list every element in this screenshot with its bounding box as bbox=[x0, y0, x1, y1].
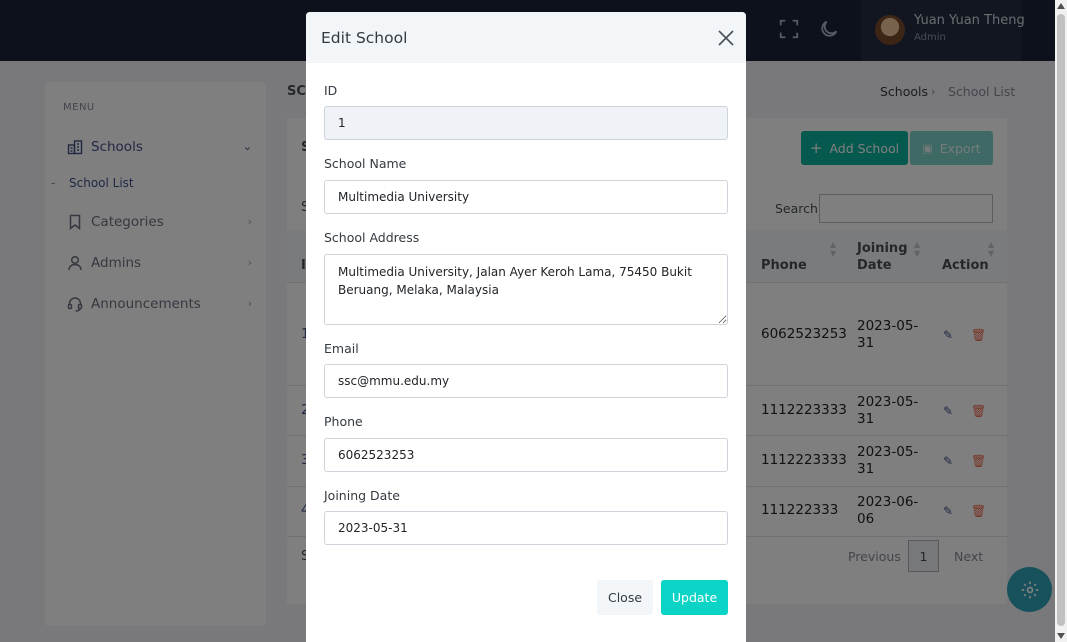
scrollbar-thumb[interactable] bbox=[1057, 14, 1065, 626]
email-label: Email bbox=[324, 341, 359, 356]
modal-title: Edit School bbox=[321, 29, 408, 47]
modal-header: Edit School bbox=[306, 12, 746, 63]
close-button[interactable]: Close bbox=[597, 580, 653, 615]
id-label: ID bbox=[324, 83, 338, 98]
phone-label: Phone bbox=[324, 414, 363, 429]
school-address-label: School Address bbox=[324, 230, 420, 245]
email-field[interactable] bbox=[324, 364, 728, 398]
school-name-field[interactable] bbox=[324, 180, 728, 214]
joining-date-field[interactable] bbox=[324, 511, 728, 545]
scrollbar[interactable] bbox=[1055, 0, 1067, 642]
joining-date-label: Joining Date bbox=[324, 488, 400, 503]
update-button[interactable]: Update bbox=[661, 580, 728, 615]
edit-school-modal: Edit School ID School Name School Addres… bbox=[306, 12, 746, 642]
scroll-down-arrow[interactable] bbox=[1057, 633, 1065, 639]
close-icon[interactable] bbox=[717, 29, 735, 47]
school-name-label: School Name bbox=[324, 156, 407, 171]
scroll-up-arrow[interactable] bbox=[1057, 3, 1065, 9]
school-address-field[interactable]: Multimedia University, Jalan Ayer Keroh … bbox=[324, 254, 728, 325]
id-field[interactable] bbox=[324, 106, 728, 140]
phone-field[interactable] bbox=[324, 438, 728, 472]
